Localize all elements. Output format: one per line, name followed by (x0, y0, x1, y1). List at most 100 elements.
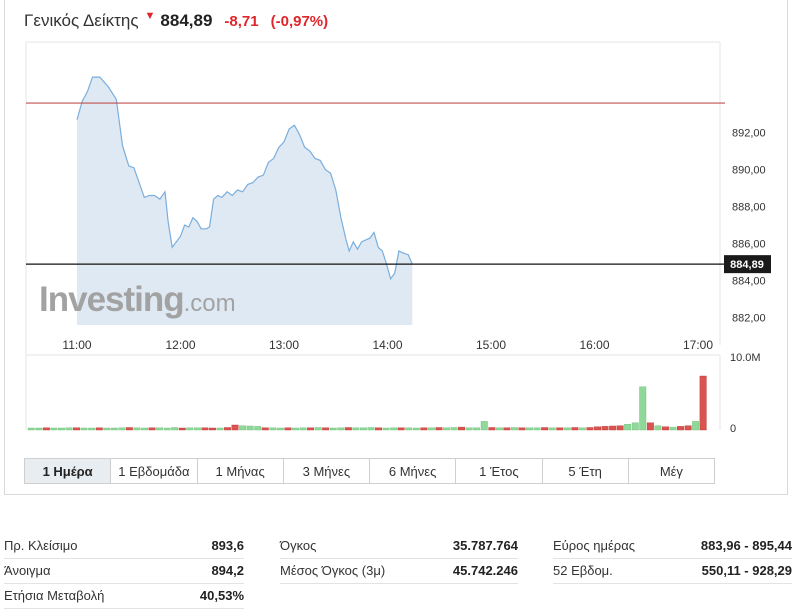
volume-bar (412, 427, 420, 431)
y-tick-label: 888,00 (732, 202, 766, 214)
volume-bar (344, 427, 352, 431)
volume-bar (692, 421, 700, 431)
volume-bar (503, 427, 511, 431)
volume-bar (35, 427, 43, 431)
volume-bar (571, 427, 579, 431)
volume-bar (480, 421, 488, 431)
volume-bar (465, 427, 473, 431)
stat-label: Εύρος ημέρας (553, 538, 635, 553)
volume-max-label: 10.0M (730, 352, 761, 364)
tab-timeframe-7[interactable]: Μέγ (628, 459, 714, 483)
volume-bar (178, 427, 186, 431)
volume-bar (352, 427, 360, 431)
tab-timeframe-5[interactable]: 1 Έτος (456, 459, 543, 483)
stat-row: Όγκος 35.787.764 (280, 534, 518, 559)
volume-bar (307, 427, 314, 431)
timeframe-tabs: 1 Ημέρα 1 Εβδομάδα 1 Μήνας 3 Μήνες 6 Μήνες 1 … (24, 458, 715, 484)
stat-label: Όγκος (280, 538, 317, 553)
volume-bar (133, 427, 141, 431)
y-tick-label: 886,00 (732, 239, 766, 251)
volume-bar (216, 427, 224, 431)
tab-timeframe-6[interactable]: 5 Έτη (542, 459, 629, 483)
volume-bar (148, 427, 156, 431)
volume-bar (450, 427, 458, 431)
volume-bar (95, 427, 103, 431)
volume-bar (337, 427, 345, 431)
x-tick-label: 11:00 (62, 338, 91, 352)
volume-bar (397, 427, 405, 431)
volume-bar (88, 427, 96, 431)
tab-timeframe-0[interactable]: 1 Ημέρα (25, 459, 112, 483)
stat-value: 893,6 (211, 538, 244, 553)
volume-bar (58, 427, 65, 431)
volume-bar (163, 427, 171, 431)
volume-bar (420, 427, 428, 431)
volume-bar (125, 427, 133, 431)
volume-bar (669, 426, 677, 431)
volume-bar (654, 425, 662, 431)
stats-column-3: Εύρος ημέρας 883,96 - 895,44 52 Εβδομ. 550,… (553, 534, 792, 584)
tab-timeframe-1[interactable]: 1 Εβδομάδα (111, 459, 198, 483)
volume-bar (533, 427, 541, 431)
volume-bar (171, 427, 179, 431)
tab-timeframe-3[interactable]: 3 Μήνες (283, 459, 370, 483)
x-tick-label: 13:00 (269, 338, 299, 352)
volume-bar (390, 427, 398, 431)
volume-bar (518, 427, 526, 431)
volume-bar (473, 427, 481, 431)
volume-bar (526, 427, 533, 431)
volume-bar (201, 427, 209, 431)
volume-bar (511, 427, 518, 431)
volume-bar (269, 427, 277, 431)
stats-column-2: Όγκος 35.787.764 Μέσος Όγκος (3μ) 45.742.24… (280, 534, 518, 584)
volume-bar (435, 427, 443, 431)
stat-label: Άνοιγμα (4, 563, 51, 578)
stat-row: Εύρος ημέρας 883,96 - 895,44 (553, 534, 792, 559)
volume-bar (563, 427, 571, 431)
price-chart[interactable]: Investing.com884,89892,00890,00888,00886… (5, 0, 789, 495)
volume-bar (224, 427, 232, 431)
volume-bar (631, 422, 639, 431)
y-tick-label: 882,00 (732, 313, 766, 325)
y-tick-label: 884,00 (732, 276, 766, 288)
stat-row: Μέσος Όγκος (3μ) 45.742.246 (280, 559, 518, 584)
volume-bar (103, 427, 111, 431)
volume-bar (405, 427, 413, 431)
stat-label: 52 Εβδομ. (553, 563, 613, 578)
stat-value: 40,53% (199, 588, 244, 603)
stat-value: 35.787.764 (452, 538, 518, 553)
stat-row: Πρ. Κλείσιμο 893,6 (4, 534, 244, 559)
x-tick-label: 12:00 (165, 338, 195, 352)
volume-bar (118, 427, 126, 431)
volume-bar (27, 427, 35, 431)
tab-timeframe-4[interactable]: 6 Μήνες (370, 459, 457, 483)
volume-bar (488, 427, 496, 431)
volume-bar (231, 424, 239, 431)
volume-bar (624, 424, 632, 431)
volume-bar (382, 427, 390, 431)
volume-bar (646, 422, 654, 431)
volume-bar (594, 426, 601, 431)
volume-bar (684, 425, 692, 431)
volume-bar (495, 427, 503, 431)
x-tick-label: 14:00 (372, 338, 402, 352)
volume-bar (616, 425, 624, 431)
last-value-label: 884,89 (730, 259, 764, 271)
volume-bar (292, 427, 299, 431)
volume-bar (360, 427, 367, 431)
x-tick-label: 17:00 (683, 338, 713, 352)
volume-bar (239, 425, 247, 431)
volume-bar (246, 425, 254, 431)
x-tick-label: 16:00 (579, 338, 609, 352)
volume-bar (156, 427, 164, 431)
volume-bar (367, 427, 375, 431)
volume-bar (284, 427, 292, 431)
volume-bar (193, 427, 201, 431)
volume-bar (556, 427, 564, 431)
volume-bar (458, 426, 465, 431)
stat-label: Πρ. Κλείσιμο (4, 538, 78, 553)
chart-widget: Γενικός Δείκτης ▼ 884,89 -8,71 (-0,97%) … (4, 0, 788, 495)
stat-value: 45.742.246 (452, 563, 518, 578)
volume-bar (65, 427, 73, 431)
tab-timeframe-2[interactable]: 1 Μήνας (197, 459, 284, 483)
